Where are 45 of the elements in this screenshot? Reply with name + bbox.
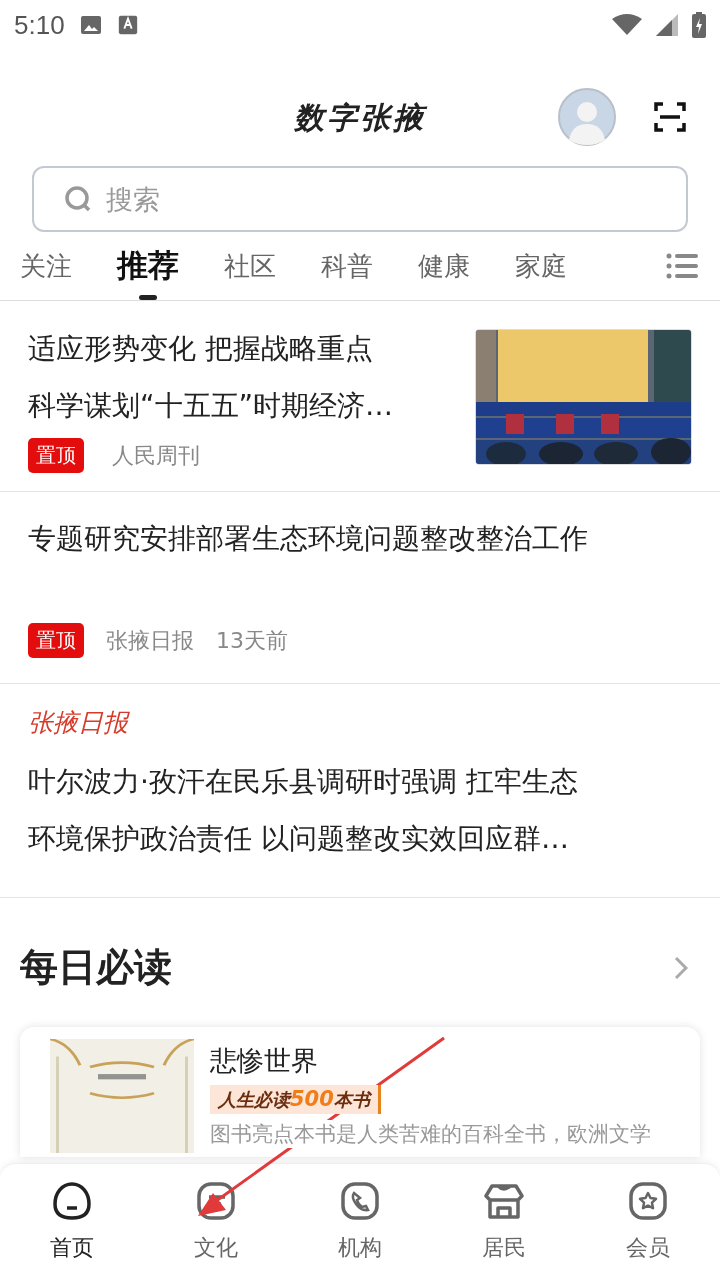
section-title: 每日必读: [20, 944, 172, 991]
status-time: 5:10: [14, 9, 65, 41]
article-source: 张掖日报: [106, 626, 194, 655]
category-tab[interactable]: 推荐: [117, 232, 179, 300]
article-source: 人民周刊: [112, 441, 200, 470]
category-tab[interactable]: 科普: [321, 232, 373, 300]
search-icon: [64, 185, 92, 213]
category-tab[interactable]: 健康: [418, 232, 470, 300]
wifi-icon: [612, 14, 642, 36]
book-badge: 人生必读500本书: [210, 1085, 381, 1114]
pinned-tag: 置顶: [28, 438, 84, 473]
article-title[interactable]: 环境保护政治责任 以问题整改实效回应群…: [28, 810, 692, 867]
nav-tab[interactable]: 首页: [27, 1164, 117, 1280]
menu-icon[interactable]: [666, 252, 698, 280]
article-time: 13天前: [216, 626, 288, 655]
nav-tab[interactable]: 居民: [459, 1164, 549, 1280]
article-title[interactable]: 适应形势变化 把握战略重点: [28, 320, 465, 377]
book-icon: [196, 1181, 236, 1221]
app-logo: 数字张掖: [294, 98, 426, 137]
search-field[interactable]: 搜索: [32, 166, 688, 232]
article-title[interactable]: 科学谋划“十五五”时期经济…: [28, 377, 465, 434]
category-tab[interactable]: 关注: [20, 232, 72, 300]
signal-icon: [656, 14, 678, 36]
image-icon: [78, 13, 103, 37]
book-description: 图书亮点本书是人类苦难的百科全书，欧洲文学: [210, 1120, 651, 1148]
star-badge-icon: [628, 1181, 668, 1221]
house-icon: [484, 1181, 524, 1221]
chevron-right-icon[interactable]: [674, 955, 688, 980]
book-title: 悲惨世界: [210, 1044, 318, 1078]
nav-tab[interactable]: 文化: [171, 1164, 261, 1280]
article-title[interactable]: 专题研究安排部署生态环境问题整改整治工作: [28, 510, 692, 567]
scan-icon[interactable]: [654, 101, 686, 133]
category-tab[interactable]: 家庭: [515, 232, 567, 300]
font-icon: [116, 14, 139, 36]
pinned-tag: 置顶: [28, 623, 84, 658]
category-tab[interactable]: 社区: [224, 232, 276, 300]
avatar-icon[interactable]: [558, 88, 616, 146]
brand-label: 张掖日报: [28, 707, 131, 739]
nav-tab[interactable]: 机构: [315, 1164, 405, 1280]
nav-tab[interactable]: 会员: [603, 1164, 693, 1280]
phone-icon: [340, 1181, 380, 1221]
battery-icon: [692, 12, 706, 38]
article-title[interactable]: 叶尔波力·孜汗在民乐县调研时强调 扛牢生态: [28, 753, 692, 810]
book-card[interactable]: 悲惨世界 人生必读500本书 图书亮点本书是人类苦难的百科全书，欧洲文学: [20, 1027, 700, 1157]
home-icon: [52, 1181, 92, 1221]
